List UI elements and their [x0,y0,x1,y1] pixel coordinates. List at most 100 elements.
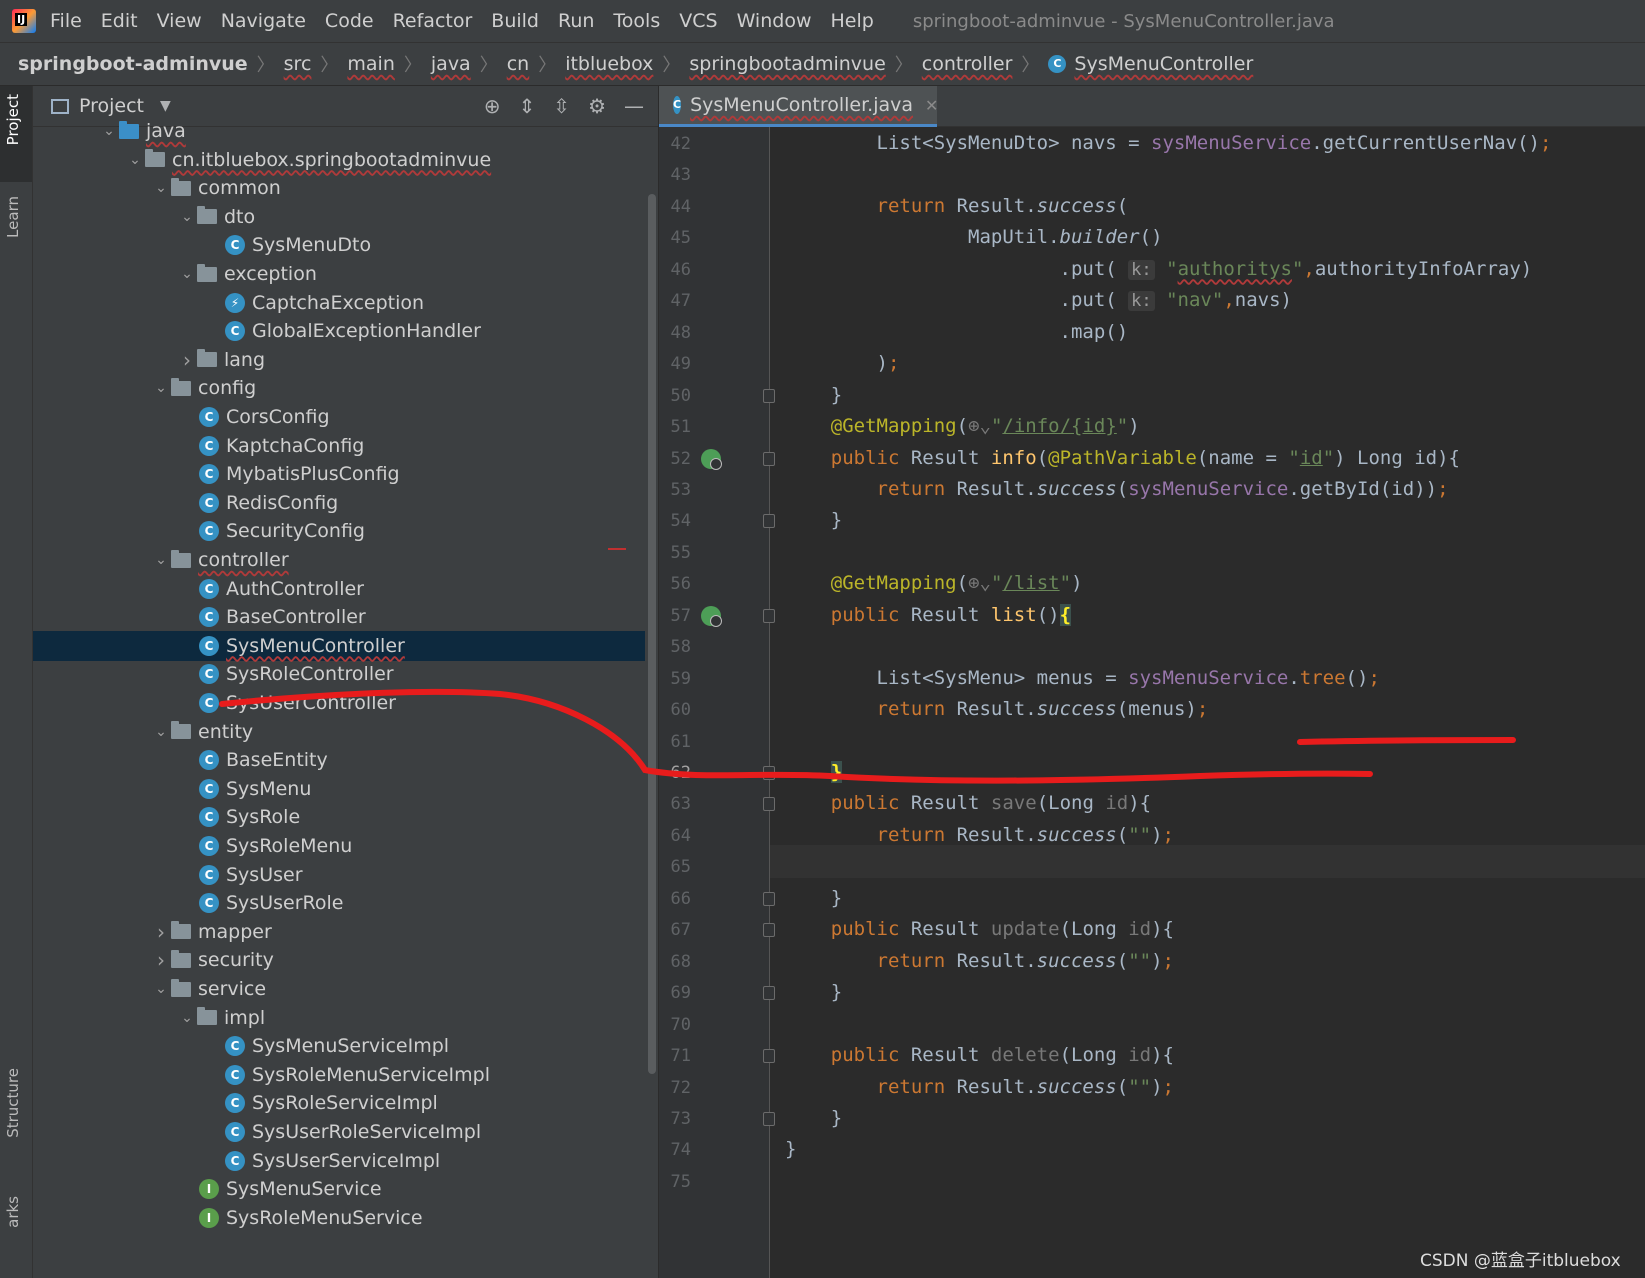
tree-file[interactable]: C BaseController [33,602,645,632]
code-line[interactable]: @GetMapping(⊕⌄"/list") [785,572,1083,594]
tree-folder[interactable]: ⌄ service [33,974,645,1004]
tree-file[interactable]: C CorsConfig [33,402,645,432]
code-line[interactable]: .put( k: "authoritys",authorityInfoArray… [785,258,1532,280]
locate-icon[interactable]: ⊕ [484,94,501,118]
breadcrumb-item[interactable]: controller [922,53,1013,75]
code-line[interactable]: public Result delete(Long id){ [785,1044,1174,1066]
tree-file[interactable]: C SysMenuDto [33,230,645,260]
code-line[interactable]: MapUtil.builder() [785,226,1163,248]
code-line[interactable]: return Result.success(""); [785,824,1174,846]
code-line[interactable]: public Result list(){ [785,603,1072,626]
tree-file[interactable]: C SysRoleMenuServiceImpl [33,1060,645,1090]
tree-file[interactable]: I SysMenuService [33,1174,645,1204]
chevron-right-icon[interactable]: › [151,920,171,944]
fold-marker-icon[interactable] [763,388,775,403]
menu-help[interactable]: Help [830,10,873,32]
tree-file[interactable]: C SysRoleServiceImpl [33,1088,645,1118]
chevron-down-icon[interactable]: ⌄ [151,380,171,396]
tree-file[interactable]: C SysMenu [33,774,645,804]
fold-marker-icon[interactable] [763,608,775,623]
spring-bean-icon[interactable] [701,448,722,470]
tree-folder[interactable]: ⌄ entity [33,717,645,747]
menu-view[interactable]: View [157,10,202,32]
fold-marker-icon[interactable] [763,891,775,906]
tree-file[interactable]: C SysUserRole [33,888,645,918]
chevron-down-icon[interactable]: ⌄ [151,724,171,740]
code-line[interactable]: @GetMapping(⊕⌄"/info/{id}") [785,415,1140,437]
code-line[interactable]: return Result.success( [785,195,1129,217]
chevron-right-icon[interactable]: › [177,348,197,372]
breadcrumb-item[interactable]: springboot-adminvue [18,53,248,75]
fold-marker-icon[interactable] [763,923,775,938]
code-line[interactable]: } [785,887,842,909]
menu-navigate[interactable]: Navigate [221,10,306,32]
fold-marker-icon[interactable] [763,766,775,780]
chevron-down-icon[interactable]: ⌄ [177,1010,197,1026]
code-line[interactable]: ); [785,352,900,374]
chevron-down-icon[interactable]: ⌄ [177,266,197,282]
chevron-down-icon[interactable]: ⌄ [99,123,119,139]
tree-file[interactable]: C SysRole [33,802,645,832]
chevron-down-icon[interactable]: ⌄ [151,981,171,997]
breadcrumb-item[interactable]: cn [507,53,530,75]
tree-file[interactable]: C RedisConfig [33,488,645,518]
code-line[interactable]: } [785,509,842,531]
tree-folder[interactable]: ⌄ cn.itbluebox.springbootadminvue [33,145,645,175]
fold-marker-icon[interactable] [763,1111,775,1126]
tree-folder[interactable]: › lang [33,345,645,375]
tree-folder[interactable]: › mapper [33,917,645,947]
breadcrumb-item[interactable]: java [431,53,471,75]
tree-file[interactable]: C SysMenuController [33,630,645,661]
tree-file[interactable]: C SysMenuServiceImpl [33,1031,645,1061]
fold-marker-icon[interactable] [763,514,775,529]
tree-folder[interactable]: ⌄ dto [33,202,645,232]
tree-file[interactable]: C SysRoleController [33,659,645,689]
code-line[interactable]: return Result.success(sysMenuService.get… [785,478,1449,500]
tree-file[interactable]: ⚡ CaptchaException [33,288,645,318]
chevron-down-icon[interactable]: ⌄ [177,209,197,225]
tool-tab-bookmarks[interactable]: arks [4,1196,22,1228]
tree-folder[interactable]: ⌄ java [33,116,645,146]
menu-window[interactable]: Window [737,10,812,32]
tree-file[interactable]: C KaptchaConfig [33,431,645,461]
breadcrumb-item[interactable]: SysMenuController [1074,53,1253,75]
spring-bean-icon[interactable] [701,605,722,627]
menu-run[interactable]: Run [558,10,594,32]
tree-file[interactable]: C AuthController [33,574,645,604]
tree-folder[interactable]: ⌄ exception [33,259,645,289]
code-line[interactable]: return Result.success(menus); [785,698,1209,720]
code-line[interactable]: return Result.success(""); [785,1076,1174,1098]
tree-folder[interactable]: ⌄ config [33,373,645,403]
menu-tools[interactable]: Tools [613,10,660,32]
tree-folder[interactable]: ⌄ controller [33,545,645,575]
tree-file[interactable]: C BaseEntity [33,745,645,775]
code-line[interactable]: public Result info(@PathVariable(name = … [785,447,1460,469]
breadcrumb-item[interactable]: main [347,53,394,75]
code-line[interactable]: public Result save(Long id){ [785,792,1151,814]
expand-all-icon[interactable]: ⇕ [519,94,536,118]
chevron-down-icon[interactable]: ▼ [160,98,171,114]
breadcrumb-item[interactable]: springbootadminvue [689,53,885,75]
project-scrollbar[interactable] [648,194,656,1074]
tool-tab-project[interactable]: Project [4,94,22,145]
code-line[interactable]: return Result.success(""); [785,950,1174,972]
hide-icon[interactable]: — [624,94,644,118]
tree-folder[interactable]: ⌄ impl [33,1003,645,1033]
chevron-down-icon[interactable]: ⌄ [125,152,145,168]
collapse-all-icon[interactable]: ⇳ [553,94,570,118]
tool-tab-structure[interactable]: Structure [4,1068,22,1138]
chevron-right-icon[interactable]: › [151,948,171,972]
breadcrumb-item[interactable]: src [284,53,312,75]
tool-tab-learn[interactable]: Learn [4,196,22,238]
menu-refactor[interactable]: Refactor [393,10,473,32]
menu-code[interactable]: Code [325,10,374,32]
code-line[interactable]: } [785,981,842,1003]
tree-file[interactable]: C SysUserRoleServiceImpl [33,1117,645,1147]
menu-vcs[interactable]: VCS [679,10,717,32]
menu-file[interactable]: File [50,10,82,32]
code-line[interactable]: public Result update(Long id){ [785,918,1174,940]
breadcrumb-item[interactable]: itbluebox [565,53,653,75]
gear-icon[interactable]: ⚙ [588,94,606,118]
code-line[interactable]: } [785,384,842,406]
fold-marker-icon[interactable] [763,797,775,812]
